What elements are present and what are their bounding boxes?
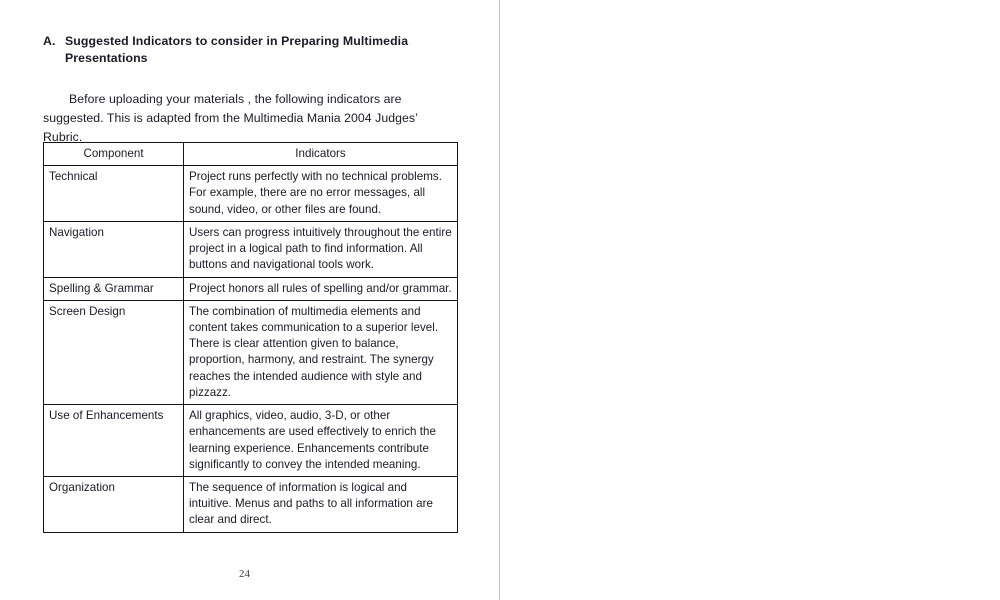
cell-indicators: Project runs perfectly with no technical…	[183, 165, 458, 222]
cell-indicators: The sequence of information is logical a…	[183, 475, 458, 533]
cell-component: Navigation	[43, 220, 184, 278]
table-row: Spelling & Grammar Project honors all ru…	[43, 276, 458, 301]
cell-indicators: The combination of multimedia elements a…	[183, 299, 458, 406]
page-left: A. Suggested Indicators to consider in Pr…	[0, 0, 499, 600]
table-row: Organization The sequence of information…	[43, 475, 458, 533]
cell-indicators: All graphics, video, audio, 3-D, or othe…	[183, 404, 458, 477]
document-spread: A. Suggested Indicators to consider in Pr…	[0, 0, 1000, 600]
section-title: Suggested Indicators to consider in Prep…	[65, 34, 409, 66]
section-label: A.	[43, 34, 56, 48]
table-row: Technical Project runs perfectly with no…	[43, 165, 458, 222]
cell-component: Organization	[43, 475, 184, 533]
cell-component: Screen Design	[43, 299, 184, 406]
column-header-indicators: Indicators	[183, 141, 458, 167]
table-row: Navigation Users can progress intuitivel…	[43, 220, 458, 278]
cell-component: Use of Enhancements	[43, 404, 184, 477]
table-row: Screen Design The combination of multime…	[43, 299, 458, 406]
table-row: Use of Enhancements All graphics, video,…	[43, 404, 458, 477]
rubric-table-left: Component Indicators Technical Project r…	[43, 141, 458, 533]
cell-indicators: Users can progress intuitively throughou…	[183, 220, 458, 278]
table-header-row: Component Indicators	[43, 141, 458, 167]
column-header-component: Component	[43, 141, 184, 167]
page-number-left: 24	[239, 568, 250, 580]
page-right: Component Indicators Citing Resources Al…	[499, 0, 1000, 600]
cell-component: Spelling & Grammar	[43, 276, 184, 301]
cell-indicators: Project honors all rules of spelling and…	[183, 276, 458, 301]
cell-component: Technical	[43, 165, 184, 222]
intro-paragraph: Before uploading your materials , the fo…	[43, 92, 418, 144]
section-heading: A. Suggested Indicators to consider in Pr…	[43, 33, 458, 68]
